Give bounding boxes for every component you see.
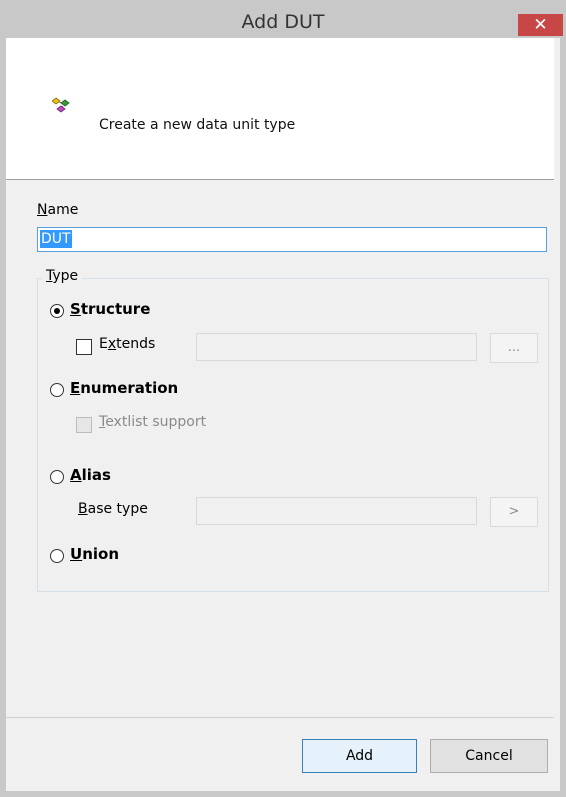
base-type-browse-button[interactable]: > — [490, 497, 538, 527]
extends-field[interactable] — [196, 333, 477, 361]
base-type-label: Base type — [78, 501, 148, 517]
footer-divider — [6, 717, 554, 718]
alias-label[interactable]: Alias — [70, 466, 111, 484]
extends-browse-button[interactable]: ... — [490, 333, 538, 363]
union-radio[interactable] — [50, 549, 64, 563]
dut-icon — [52, 97, 70, 113]
textlist-support-label: Textlist support — [99, 414, 207, 430]
union-label[interactable]: Union — [70, 545, 119, 563]
header-description: Create a new data unit type — [99, 117, 296, 133]
type-group-legend: Type — [42, 268, 83, 284]
enumeration-label[interactable]: Enumeration — [70, 379, 178, 397]
textlist-support-checkbox[interactable] — [76, 417, 92, 433]
close-icon: ✕ — [533, 15, 548, 35]
cancel-button[interactable]: Cancel — [430, 739, 548, 773]
title-bar[interactable]: Add DUT ✕ — [0, 0, 566, 38]
structure-radio[interactable] — [50, 304, 64, 318]
extends-checkbox[interactable] — [76, 339, 92, 355]
base-type-field[interactable] — [196, 497, 477, 525]
add-button[interactable]: Add — [302, 739, 417, 773]
name-input[interactable]: DUT — [37, 227, 547, 252]
alias-radio[interactable] — [50, 470, 64, 484]
dialog-header: Create a new data unit type — [6, 38, 554, 180]
name-input-value: DUT — [40, 230, 72, 248]
close-button[interactable]: ✕ — [518, 14, 563, 36]
structure-label[interactable]: Structure — [70, 300, 150, 318]
enumeration-radio[interactable] — [50, 383, 64, 397]
extends-label[interactable]: Extends — [99, 336, 155, 352]
name-label: Name — [37, 202, 79, 218]
window-title: Add DUT — [241, 11, 325, 33]
